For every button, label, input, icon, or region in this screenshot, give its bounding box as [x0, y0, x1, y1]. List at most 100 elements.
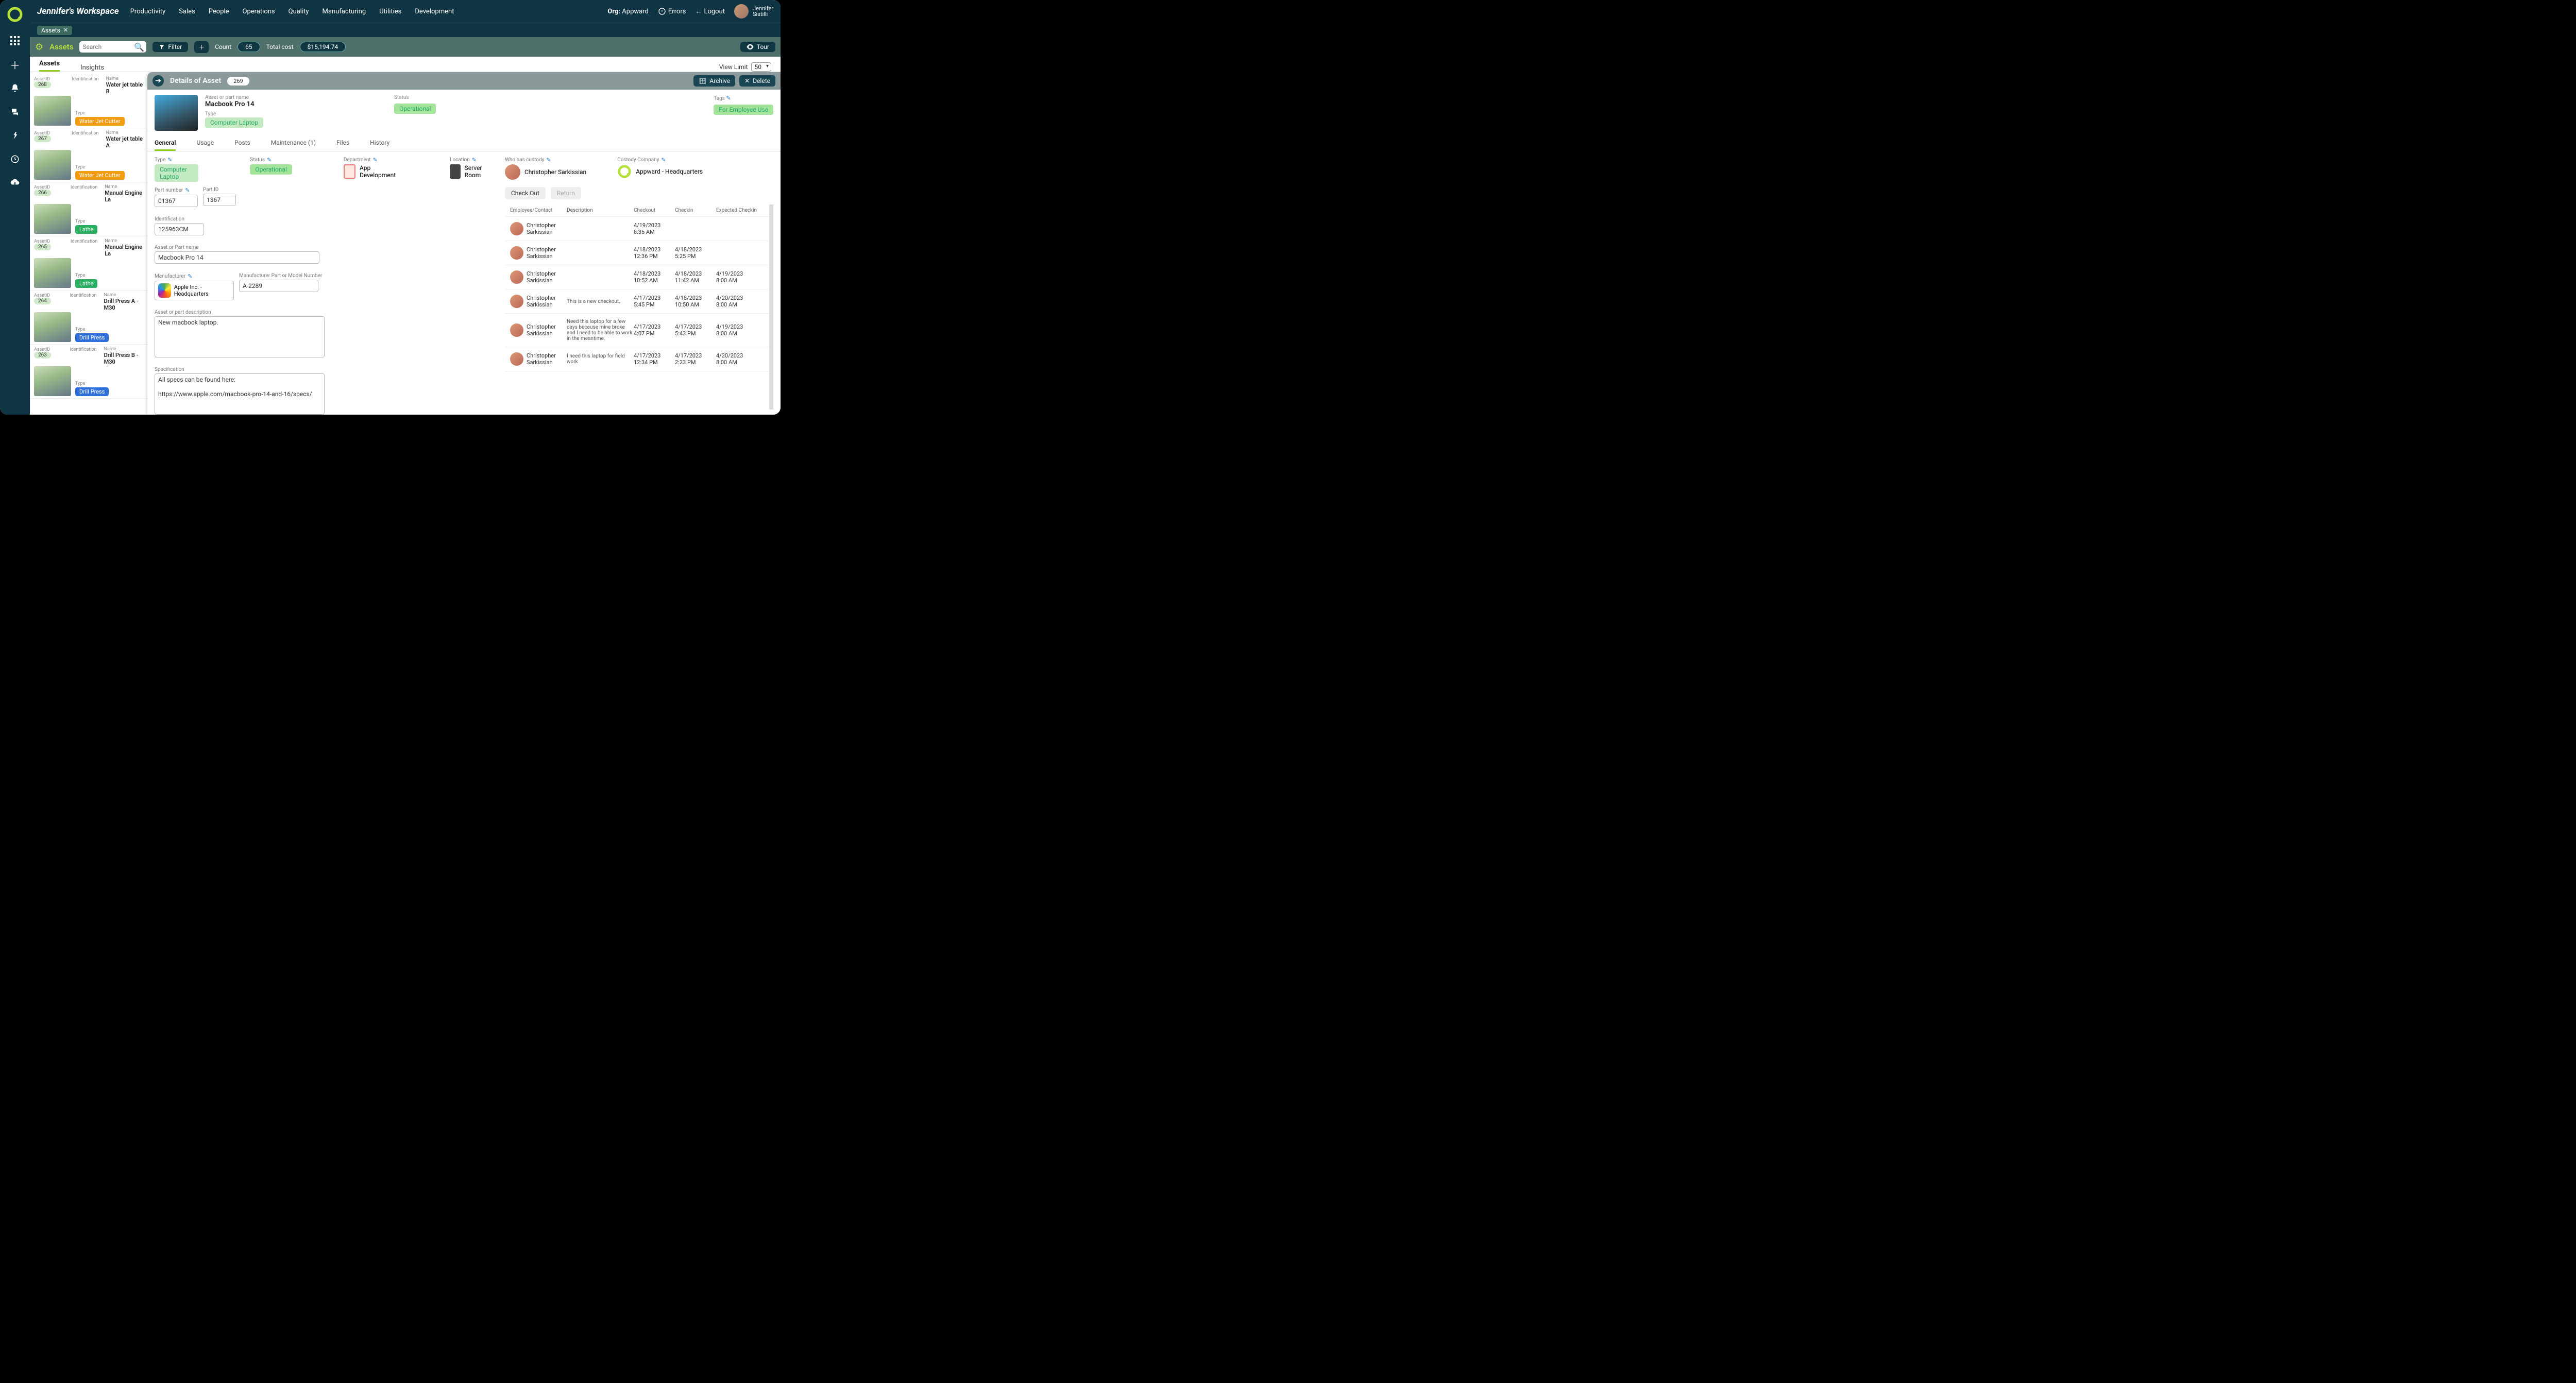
specification-textarea[interactable]	[155, 373, 325, 415]
archive-button[interactable]: 🗄Archive	[693, 75, 735, 87]
archive-icon: 🗄	[699, 77, 706, 84]
asset-card[interactable]: AssetID 263IdentificationNameDrill Press…	[30, 345, 147, 399]
tour-button[interactable]: Tour	[740, 42, 775, 52]
module-title: Assets	[49, 42, 73, 52]
add-button[interactable]: ＋	[194, 41, 209, 53]
workspace-title: Jennifer's Workspace	[37, 6, 119, 16]
edit-icon[interactable]: ✎	[546, 157, 551, 163]
manufacturer-value: Apple Inc. - Headquarters	[174, 284, 230, 297]
custody-table[interactable]: Employee/Contact Description Checkout Ch…	[505, 204, 773, 409]
asset-card[interactable]: AssetID 265IdentificationNameManual Engi…	[30, 236, 147, 291]
dtab-usage[interactable]: Usage	[196, 136, 214, 151]
identification-input[interactable]	[155, 223, 204, 235]
mfr-partnumber-input[interactable]	[239, 280, 318, 292]
asset-card[interactable]: AssetID 267IdentificationNameWater jet t…	[30, 128, 147, 182]
custody-row[interactable]: Christopher Sarkissian 4/18/202310:52 AM…	[505, 265, 769, 289]
nav-sales[interactable]: Sales	[179, 8, 195, 15]
activity-icon[interactable]	[9, 130, 21, 141]
partnumber-input[interactable]	[155, 195, 198, 207]
tab-chip-assets[interactable]: Assets✕	[37, 26, 72, 35]
asset-list[interactable]: AssetID 268IdentificationNameWater jet t…	[30, 72, 147, 415]
tab-assets[interactable]: Assets	[39, 60, 60, 72]
delete-button[interactable]: ✕Delete	[739, 75, 775, 87]
department-icon	[344, 164, 355, 179]
filter-button[interactable]: Filter	[152, 42, 188, 52]
edit-icon[interactable]: ✎	[188, 273, 192, 280]
info-icon	[658, 7, 666, 15]
description-textarea[interactable]	[155, 316, 325, 357]
app-logo[interactable]	[7, 6, 23, 23]
detail-tabs: General Usage Posts Maintenance (1) File…	[147, 136, 781, 151]
detail-header: ➔ Details of Asset 269 🗄Archive ✕Delete	[147, 72, 781, 90]
partid-input[interactable]	[203, 194, 236, 206]
apps-icon[interactable]	[9, 35, 21, 46]
checkout-button[interactable]: Check Out	[505, 187, 546, 199]
nav-productivity[interactable]: Productivity	[130, 8, 165, 15]
avatar	[510, 352, 523, 366]
avatar	[510, 246, 523, 260]
custody-row[interactable]: Christopher Sarkissian This is a new che…	[505, 289, 769, 314]
apple-logo-icon	[158, 283, 171, 298]
dtab-history[interactable]: History	[370, 136, 389, 151]
custody-row[interactable]: Christopher Sarkissian Need this laptop …	[505, 314, 769, 347]
back-arrow-icon: ←	[695, 7, 702, 15]
totalcost-label: Total cost	[266, 43, 294, 50]
search-input[interactable]	[82, 43, 134, 50]
back-arrow-button[interactable]: ➔	[152, 75, 164, 87]
identification-label: Identification	[155, 216, 330, 222]
avatar	[734, 4, 749, 19]
nav-operations[interactable]: Operations	[243, 8, 275, 15]
asset-type-label: Type	[205, 111, 263, 117]
edit-icon[interactable]: ✎	[472, 157, 477, 163]
custody-row[interactable]: Christopher Sarkissian 4/18/202312:36 PM…	[505, 241, 769, 265]
dtab-maintenance[interactable]: Maintenance (1)	[271, 136, 316, 151]
nav-quality[interactable]: Quality	[289, 8, 309, 15]
custody-row[interactable]: Christopher Sarkissian 4/19/20238:35 AM	[505, 217, 769, 241]
return-button[interactable]: Return	[551, 187, 581, 199]
asset-card[interactable]: AssetID 268IdentificationNameWater jet t…	[30, 74, 147, 128]
clock-icon[interactable]	[9, 153, 21, 165]
bell-icon[interactable]	[9, 82, 21, 94]
tab-insights[interactable]: Insights	[80, 64, 104, 72]
dtab-posts[interactable]: Posts	[234, 136, 250, 151]
topbar: Jennifer's Workspace Productivity Sales …	[30, 0, 781, 23]
close-icon: ✕	[744, 77, 750, 84]
plus-icon[interactable]: ＋	[9, 59, 21, 70]
nav-people[interactable]: People	[209, 8, 229, 15]
edit-icon[interactable]: ✎	[661, 157, 666, 163]
dtab-general[interactable]: General	[155, 136, 176, 151]
logout-link[interactable]: ←Logout	[695, 7, 725, 15]
view-limit-select[interactable]: 50	[751, 62, 772, 72]
avatar	[510, 323, 523, 337]
user-menu[interactable]: JenniferSistilli	[734, 4, 773, 19]
detail-summary: Asset or part nameMacbook Pro 14 TypeCom…	[147, 90, 781, 136]
chat-icon[interactable]	[9, 106, 21, 117]
dtab-files[interactable]: Files	[336, 136, 349, 151]
close-icon[interactable]: ✕	[63, 27, 68, 33]
assetpartname-input[interactable]	[155, 251, 319, 264]
custody-company: Appward - Headquarters	[617, 164, 703, 179]
module-tabs: Assets Insights View Limit 50	[30, 57, 781, 72]
count-label: Count	[215, 43, 231, 50]
partid-label: Part ID	[203, 187, 236, 193]
errors-link[interactable]: Errors	[658, 7, 686, 15]
asset-card[interactable]: AssetID 264IdentificationNameDrill Press…	[30, 291, 147, 345]
gear-icon[interactable]: ⚙	[35, 42, 43, 53]
search-icon[interactable]: 🔍	[134, 42, 144, 52]
edit-icon[interactable]: ✎	[726, 95, 731, 101]
asset-card[interactable]: AssetID 266IdentificationNameManual Engi…	[30, 182, 147, 236]
edit-icon[interactable]: ✎	[267, 157, 272, 163]
edit-icon[interactable]: ✎	[167, 157, 172, 163]
custody-row[interactable]: Christopher Sarkissian I need this lapto…	[505, 347, 769, 371]
asset-image	[155, 95, 198, 131]
nav-manufacturing[interactable]: Manufacturing	[323, 8, 366, 15]
cloud-upload-icon[interactable]	[9, 177, 21, 189]
specification-label: Specification	[155, 367, 330, 372]
edit-icon[interactable]: ✎	[373, 157, 378, 163]
dept-value: App Development	[360, 164, 398, 179]
search-box[interactable]: 🔍	[79, 41, 146, 53]
nav-utilities[interactable]: Utilities	[379, 8, 401, 15]
edit-icon[interactable]: ✎	[185, 187, 190, 194]
custody-column: Who has custody ✎Christopher Sarkissian …	[498, 151, 781, 415]
nav-development[interactable]: Development	[415, 8, 454, 15]
